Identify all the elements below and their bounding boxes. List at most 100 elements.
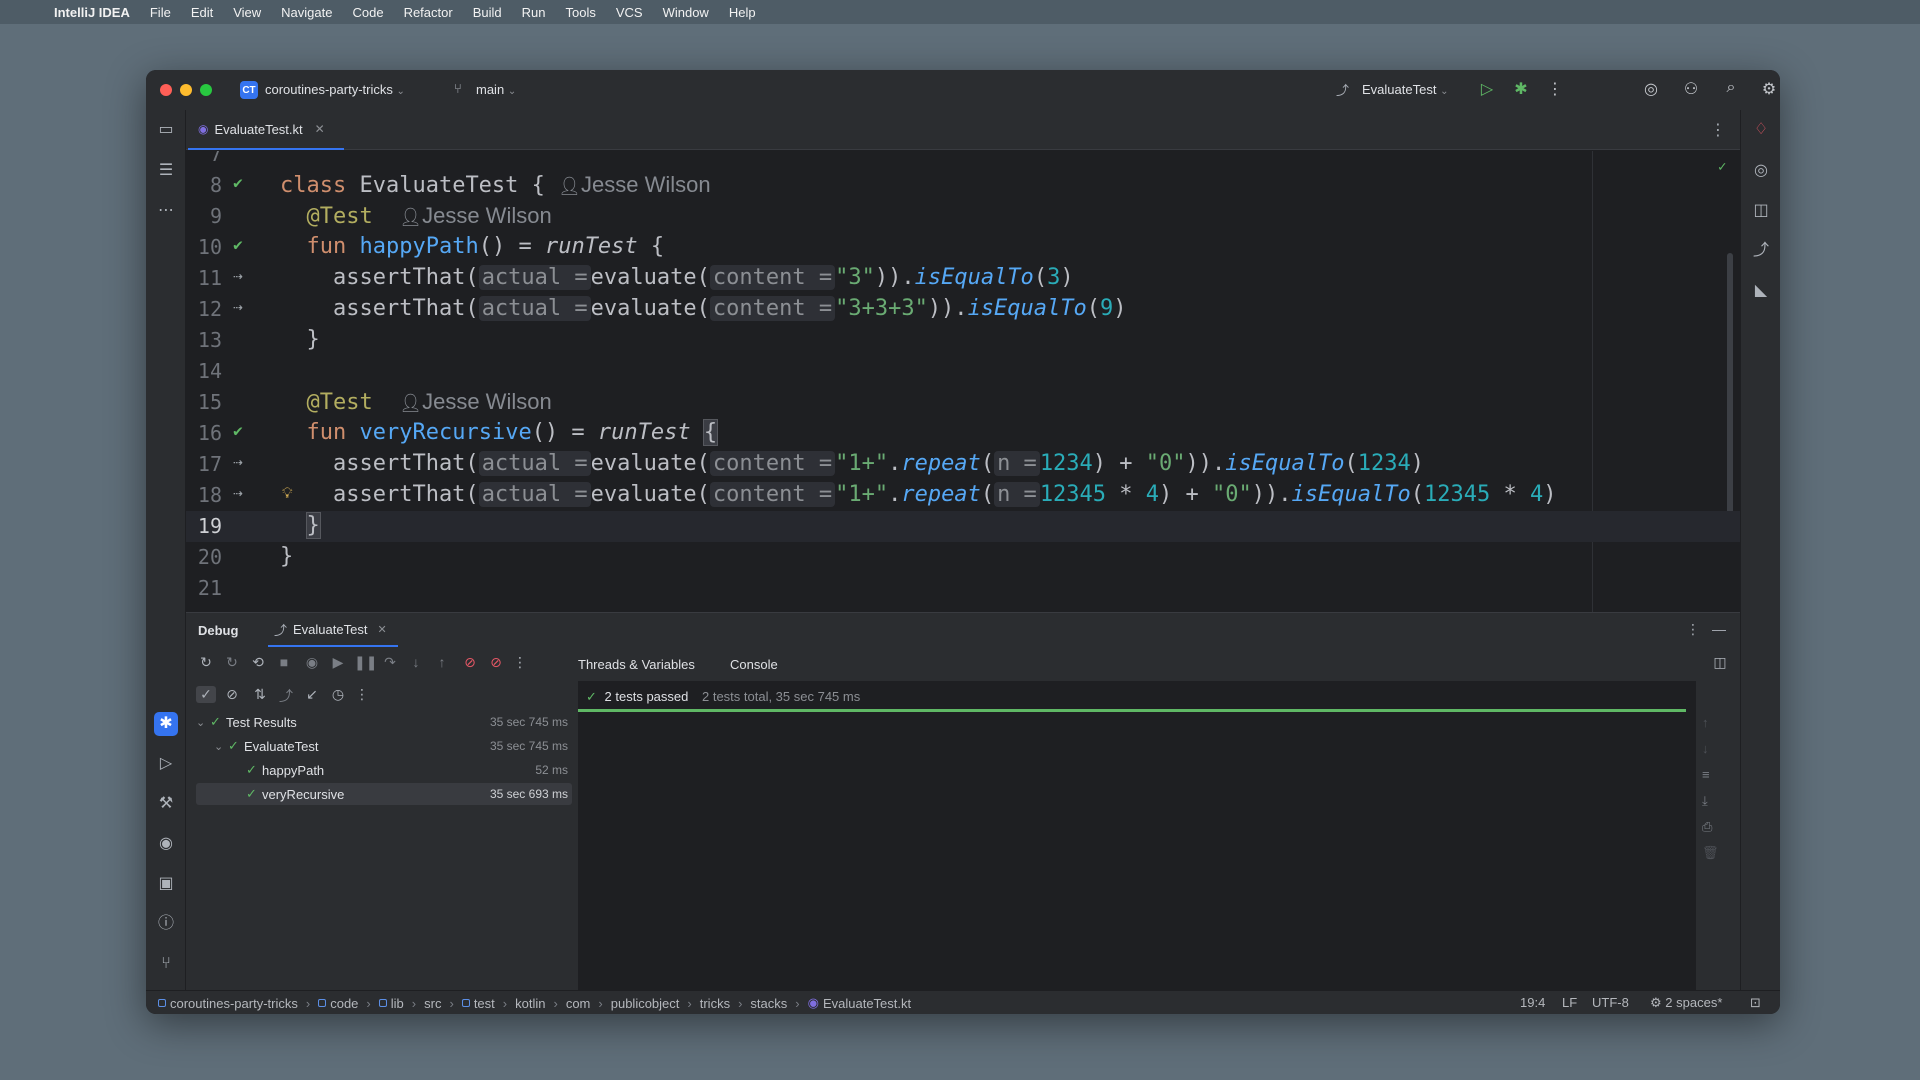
menu-refactor[interactable]: Refactor [404,5,453,20]
services-icon[interactable]: ◉ [154,832,178,856]
tree-row-veryrecursive[interactable]: ✓ veryRecursive 35 sec 693 ms [196,783,572,805]
author-inlay[interactable]: 👤︎Jesse Wilson [399,389,551,414]
file-encoding[interactable]: UTF-8 [1592,995,1629,1010]
breadcrumb-item[interactable]: › publicobject [590,996,679,1011]
sort-icon[interactable]: ⇅ [250,686,270,703]
run-tool-icon[interactable]: ▷ [154,752,178,776]
menu-run[interactable]: Run [522,5,546,20]
print-icon[interactable]: ⎙ [1702,819,1712,835]
menu-edit[interactable]: Edit [191,5,213,20]
problems-icon[interactable]: ⓘ [154,912,178,936]
chevron-down-icon[interactable]: ⌄ [196,716,210,729]
trash-icon[interactable]: 🗑︎ [1702,845,1719,861]
breadcrumb-item[interactable]: › kotlin [495,996,546,1011]
menu-view[interactable]: View [233,5,261,20]
notifications-bell-icon[interactable]: ♢ [1749,118,1773,142]
close-icon[interactable]: ✕ [377,623,386,636]
menu-file[interactable]: File [150,5,171,20]
zoom-window-button[interactable] [200,84,212,96]
git-icon[interactable]: ⑂ [154,952,178,976]
more-tools-icon[interactable]: ⋯ [154,199,178,223]
show-ignored-icon[interactable]: ⊘ [222,686,242,703]
rerun-icon[interactable]: ↻ [196,654,216,671]
terminal-icon[interactable]: ▣ [154,872,178,896]
run-test-gutter-icon[interactable]: ✔ [226,421,250,440]
run-config-selector[interactable]: EvaluateTest ⌄ [1362,82,1448,97]
ai-chat-icon[interactable]: ◎ [1749,159,1773,183]
step-into-icon[interactable]: ↓ [406,654,426,670]
mute-breakpoints-icon[interactable]: ⊘ [486,654,506,671]
debug-bug-icon[interactable]: ✱ [1510,79,1532,99]
tree-row-evaluatetest[interactable]: ⌄ ✓ EvaluateTest 35 sec 745 ms [196,735,572,757]
run-icon[interactable]: ▷ [1476,79,1498,99]
step-over-icon[interactable]: ↷ [380,654,400,671]
more-options-icon[interactable]: ⋮ [352,686,372,703]
chevron-down-icon[interactable]: ⌄ [214,740,228,753]
run-test-gutter-icon[interactable]: ✔ [226,173,250,192]
kotlin-icon[interactable]: ◣ [1749,279,1773,303]
resume-icon[interactable]: ▶ [328,654,348,671]
project-selector[interactable]: coroutines-party-tricks ⌄ [265,82,405,97]
tab-evaluatetest-debug[interactable]: ⤴ EvaluateTest ✕ [268,613,398,647]
line-separator[interactable]: LF [1562,995,1577,1010]
tab-console[interactable]: Console [730,657,778,683]
breadcrumb-item[interactable]: › lib [358,996,403,1011]
structure-icon[interactable]: ☰ [154,159,178,183]
show-passed-icon[interactable]: ✓ [196,686,216,703]
branch-selector[interactable]: main ⌄ [476,82,516,97]
breadcrumb-item[interactable]: › com [545,996,590,1011]
breadcrumb-item[interactable]: › tricks [679,996,730,1011]
console-output[interactable]: ✓ 2 tests passed 2 tests total, 35 sec 7… [578,681,1696,991]
code-editor[interactable]: ✓ 7 8 ✔ class EvaluateTest { 👤︎Jesse Wil… [186,151,1740,612]
menu-help[interactable]: Help [729,5,756,20]
ai-assistant-icon[interactable]: ◎ [1640,79,1662,99]
stop-icon[interactable]: ■ [274,654,294,670]
build-hammer-icon[interactable]: ⚒ [154,792,178,816]
soft-wrap-icon[interactable]: ≡ [1702,767,1710,782]
tab-threads-variables[interactable]: Threads & Variables [578,657,695,672]
more-options-icon[interactable]: ⋮ [1686,621,1700,638]
breadcrumb-item[interactable]: coroutines-party-tricks [158,996,298,1011]
author-inlay[interactable]: 👤︎Jesse Wilson [558,172,710,197]
menu-window[interactable]: Window [663,5,709,20]
rerun-failed-icon[interactable]: ↻ [222,654,242,671]
layout-settings-icon[interactable]: ◫ [1710,654,1730,671]
step-out-icon[interactable]: ↑ [432,654,452,670]
more-tabs-icon[interactable]: ⋮ [1710,120,1726,140]
author-inlay[interactable]: 👤︎Jesse Wilson [399,203,551,228]
menu-tools[interactable]: Tools [565,5,595,20]
indent-setting[interactable]: ⚙ 2 spaces* [1650,995,1722,1011]
menu-navigate[interactable]: Navigate [281,5,332,20]
gear-icon[interactable]: ⚙ [1758,79,1780,99]
gradle-icon[interactable]: ⤴ [1749,239,1773,263]
test-history-icon[interactable]: ◷ [328,686,348,703]
menu-app-name[interactable]: IntelliJ IDEA [54,5,130,20]
menu-code[interactable]: Code [352,5,383,20]
toggle-auto-test-icon[interactable]: ⟲ [248,654,268,671]
close-window-button[interactable] [160,84,172,96]
scroll-to-end-icon[interactable]: ⤓ [1702,793,1708,809]
arrow-down-icon[interactable]: ↓ [1702,741,1709,756]
breadcrumb-item[interactable]: › src [404,996,442,1011]
more-options-icon[interactable]: ⋮ [510,654,530,671]
breakpoints-icon[interactable]: ⊘ [460,654,480,671]
caret-position[interactable]: 19:4 [1520,995,1545,1010]
tab-evaluatetest-kt[interactable]: ◉ EvaluateTest.kt ✕ [188,110,344,150]
menu-build[interactable]: Build [473,5,502,20]
close-icon[interactable]: ✕ [315,122,325,136]
run-test-gutter-icon[interactable]: ✔ [226,235,250,254]
arrow-up-icon[interactable]: ↑ [1702,715,1709,730]
lock-icon[interactable]: ⊡ [1750,995,1761,1011]
search-icon[interactable]: ⌕ [1720,79,1742,97]
database-icon[interactable]: ◫ [1749,199,1773,223]
pause-icon[interactable]: ❚❚ [354,654,377,671]
add-user-icon[interactable]: ⚇ [1680,79,1702,99]
more-actions-icon[interactable]: ⋮ [1544,79,1566,99]
minimize-window-button[interactable] [180,84,192,96]
breadcrumb-item[interactable]: › test [441,996,494,1011]
breadcrumb-item[interactable]: › code [298,996,359,1011]
view-breakpoints-icon[interactable]: ◉ [302,654,322,671]
breadcrumb-item[interactable]: › ◉ EvaluateTest.kt [787,995,911,1011]
tree-row-test-results[interactable]: ⌄ ✓ Test Results 35 sec 745 ms [196,711,572,733]
menu-vcs[interactable]: VCS [616,5,643,20]
